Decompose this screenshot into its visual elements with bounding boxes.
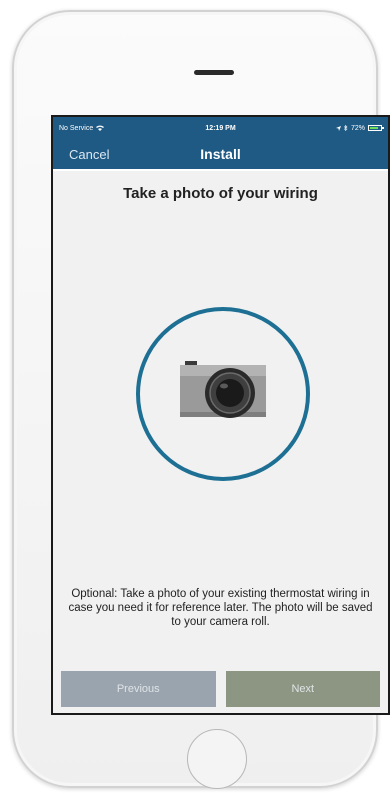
navigation-bar: Cancel Install (53, 139, 388, 171)
speaker-grille (194, 70, 234, 75)
previous-button[interactable]: Previous (61, 671, 216, 707)
app-screen: No Service 12:19 PM 72% Cancel Install T… (51, 115, 390, 715)
footer-buttons: Previous Next (61, 671, 380, 707)
phone-frame: No Service 12:19 PM 72% Cancel Install T… (12, 10, 390, 789)
camera-capture-button[interactable] (136, 307, 310, 481)
status-time: 12:19 PM (205, 124, 236, 132)
battery-icon (368, 125, 384, 131)
status-bar: No Service 12:19 PM 72% (53, 117, 388, 139)
home-button[interactable] (187, 729, 247, 789)
cancel-button[interactable]: Cancel (69, 147, 109, 162)
next-button[interactable]: Next (225, 671, 380, 707)
camera-icon (180, 361, 266, 418)
page-title: Take a photo of your wiring (123, 185, 318, 202)
description-text: Optional: Take a photo of your existing … (68, 588, 373, 628)
